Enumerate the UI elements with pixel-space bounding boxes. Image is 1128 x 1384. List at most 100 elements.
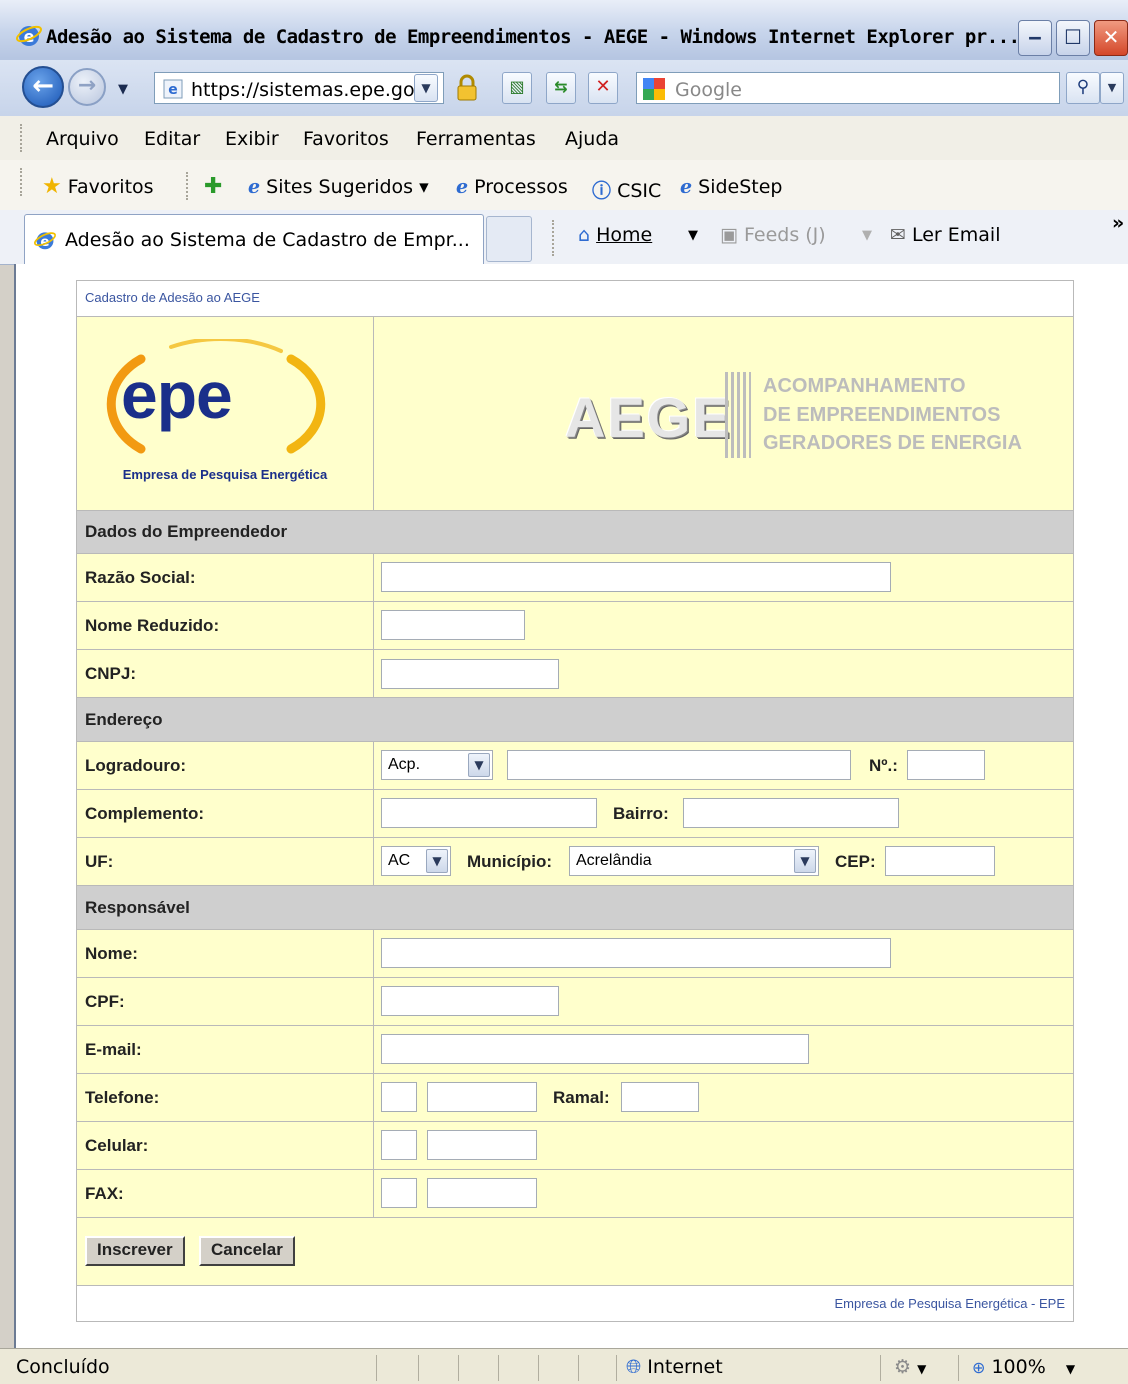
- maximize-button[interactable]: ☐: [1056, 20, 1090, 56]
- mail-icon: ✉: [890, 224, 906, 246]
- back-button[interactable]: ←: [22, 66, 64, 108]
- zoom-button[interactable]: ⊕ 100% ▼: [972, 1356, 1075, 1378]
- fav-sidestep[interactable]: ℯ SideStep: [680, 176, 783, 198]
- row-celular: Celular:: [77, 1121, 1073, 1169]
- epe-logo: epe Empresa de Pesquisa Energética: [77, 317, 374, 511]
- cep-input[interactable]: [885, 846, 995, 876]
- separator: [186, 172, 188, 200]
- read-email-button[interactable]: ✉ Ler Email: [890, 224, 1000, 246]
- menu-editar[interactable]: Editar: [144, 128, 200, 150]
- aege-tagline-1: ACOMPANHAMENTO: [763, 375, 966, 397]
- logradouro-type-select[interactable]: Acp. ▼: [381, 750, 493, 780]
- tab-bar: e Adesão ao Sistema de Cadastro de Empr.…: [0, 210, 1128, 265]
- row-uf: UF: AC ▼ Município: Acrelândia ▼ CEP:: [77, 837, 1073, 885]
- favorites-button[interactable]: ★ Favoritos: [42, 174, 154, 199]
- telefone-ddd-input[interactable]: [381, 1082, 417, 1112]
- feeds-dropdown[interactable]: ▼: [862, 228, 872, 243]
- tab-title: Adesão ao Sistema de Cadastro de Empr...: [65, 229, 470, 251]
- ie-icon: ℯ: [456, 176, 469, 198]
- logradouro-input[interactable]: [507, 750, 851, 780]
- page-viewport: Cadastro de Adesão ao AEGE epe Empresa d…: [14, 264, 1128, 1348]
- inscrever-button[interactable]: Inscrever: [85, 1236, 185, 1266]
- ramal-input[interactable]: [621, 1082, 699, 1112]
- fav-label: Processos: [474, 176, 568, 198]
- minimize-button[interactable]: ‒: [1018, 20, 1052, 56]
- refresh-button[interactable]: ⇆: [546, 72, 576, 104]
- ie-icon: ℯ: [248, 176, 261, 198]
- close-icon: ✕: [1102, 25, 1120, 49]
- zoom-icon: ⊕: [972, 1358, 986, 1377]
- fav-label: SideStep: [698, 176, 783, 198]
- compatibility-view-button[interactable]: ▧: [502, 72, 532, 104]
- menu-arquivo[interactable]: Arquivo: [46, 128, 119, 150]
- municipio-select[interactable]: Acrelândia ▼: [569, 846, 819, 876]
- fav-csic[interactable]: ⓘ CSIC: [592, 176, 661, 203]
- breadcrumb: Cadastro de Adesão ao AEGE: [85, 290, 260, 305]
- separator: [552, 220, 554, 256]
- cpf-input[interactable]: [381, 986, 559, 1016]
- search-icon: ⚲: [1076, 77, 1090, 97]
- label-cep: CEP:: [835, 852, 876, 871]
- search-placeholder: Google: [675, 79, 743, 101]
- close-button[interactable]: ✕: [1094, 20, 1128, 56]
- row-logradouro: Logradouro: Acp. ▼ Nº.:: [77, 741, 1073, 789]
- row-telefone: Telefone: Ramal:: [77, 1073, 1073, 1121]
- menu-ajuda[interactable]: Ajuda: [565, 128, 619, 150]
- chevron-down-icon: ▼: [426, 849, 448, 873]
- add-favorite-button[interactable]: ✚: [204, 174, 222, 199]
- logo-tagline: Empresa de Pesquisa Energética: [122, 467, 328, 482]
- toolbar-overflow-button[interactable]: »: [1112, 212, 1124, 234]
- recent-pages-dropdown[interactable]: ▼: [118, 82, 128, 97]
- section-title: Endereço: [85, 710, 163, 729]
- url-dropdown-button[interactable]: ▼: [414, 74, 438, 102]
- label-ramal: Ramal:: [553, 1088, 610, 1107]
- menu-exibir[interactable]: Exibir: [225, 128, 279, 150]
- url-field[interactable]: e https://sistemas.epe.go: [154, 72, 444, 104]
- search-options-button[interactable]: ▼: [1100, 72, 1124, 104]
- toolbar-grip[interactable]: [20, 168, 25, 196]
- search-input[interactable]: Google: [636, 72, 1060, 104]
- fax-ddd-input[interactable]: [381, 1178, 417, 1208]
- home-dropdown[interactable]: ▼: [688, 228, 698, 243]
- home-icon: ⌂: [578, 224, 591, 246]
- fav-processos[interactable]: ℯ Processos: [456, 176, 568, 198]
- forward-button[interactable]: →: [68, 68, 106, 106]
- celular-ddd-input[interactable]: [381, 1130, 417, 1160]
- toolbar-grip[interactable]: [20, 124, 25, 152]
- razao-social-input[interactable]: [381, 562, 891, 592]
- ie-icon: ℯ: [680, 176, 693, 198]
- label-bairro: Bairro:: [613, 804, 669, 823]
- select-value: AC: [388, 852, 411, 869]
- uf-select[interactable]: AC ▼: [381, 846, 451, 876]
- new-tab-button[interactable]: [486, 216, 532, 262]
- tab-adesao[interactable]: e Adesão ao Sistema de Cadastro de Empr.…: [24, 214, 484, 264]
- cancelar-button[interactable]: Cancelar: [199, 1236, 295, 1266]
- chevron-down-icon: ▼: [794, 849, 816, 873]
- protected-mode-button[interactable]: ⚙ ▼: [894, 1356, 926, 1378]
- complemento-input[interactable]: [381, 798, 597, 828]
- fax-input[interactable]: [427, 1178, 537, 1208]
- nome-input[interactable]: [381, 938, 891, 968]
- fav-sites-sugeridos[interactable]: ℯ Sites Sugeridos ▾: [248, 176, 429, 198]
- telefone-input[interactable]: [427, 1082, 537, 1112]
- section-responsavel: Responsável: [77, 885, 1073, 929]
- numero-input[interactable]: [907, 750, 985, 780]
- select-value: Acp.: [388, 756, 421, 773]
- feeds-button[interactable]: ▣ Feeds (J): [720, 224, 826, 246]
- bairro-input[interactable]: [683, 798, 899, 828]
- label-cnpj: CNPJ:: [85, 664, 137, 683]
- nome-reduzido-input[interactable]: [381, 610, 525, 640]
- email-input[interactable]: [381, 1034, 809, 1064]
- footer-text: Empresa de Pesquisa Energética - EPE: [834, 1296, 1065, 1311]
- stop-button[interactable]: ✕: [588, 72, 618, 104]
- menu-ferramentas[interactable]: Ferramentas: [416, 128, 536, 150]
- cnpj-input[interactable]: [381, 659, 559, 689]
- label-nome-reduzido: Nome Reduzido:: [85, 616, 220, 635]
- search-button[interactable]: ⚲: [1066, 72, 1100, 104]
- menu-favoritos[interactable]: Favoritos: [303, 128, 389, 150]
- celular-input[interactable]: [427, 1130, 537, 1160]
- star-icon: ★: [42, 174, 62, 199]
- lock-icon[interactable]: [454, 74, 480, 102]
- home-button[interactable]: ⌂ Home: [578, 224, 652, 246]
- security-zone[interactable]: 🌐︎ Internet: [626, 1356, 723, 1378]
